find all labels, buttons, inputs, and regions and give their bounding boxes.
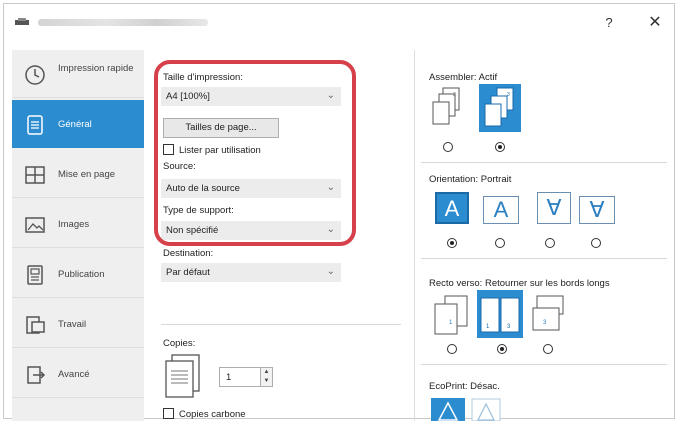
sidebar-item-images[interactable]: Images [12, 200, 144, 248]
sidebar-item-label: Avancé [58, 369, 90, 380]
duplex-off-icon[interactable]: 1 [431, 294, 471, 336]
sidebar-item-publication[interactable]: Publication [12, 250, 144, 298]
sidebar-item-label: Travail [58, 319, 87, 330]
sidebar-item-label: Mise en page [58, 169, 116, 180]
highlight-outline [154, 60, 356, 246]
svg-text:3: 3 [507, 92, 510, 98]
orientation-portrait-rotated-radio[interactable] [545, 238, 555, 248]
copies-label: Copies: [163, 338, 196, 349]
destination-dropdown[interactable]: Par défaut ⌄ [161, 263, 341, 282]
sidebar-item-quick-print[interactable]: Impression rapide [12, 50, 144, 98]
layout-grid-icon [25, 166, 45, 184]
orientation-label: Orientation: Portrait [429, 174, 512, 185]
copies-document-icon [165, 354, 200, 398]
destination-label: Destination: [163, 248, 214, 259]
divider [421, 162, 667, 163]
orientation-portrait-radio[interactable] [447, 238, 457, 248]
duplex-off-radio[interactable] [447, 344, 457, 354]
duplex-short-edge-radio[interactable] [543, 344, 553, 354]
sidebar-item-general[interactable]: Général [12, 100, 144, 148]
chevron-down-icon: ⌄ [326, 266, 335, 277]
ecoprint-on-icon[interactable] [471, 398, 501, 421]
duplex-long-edge-radio[interactable] [497, 344, 507, 354]
title-bar: ? ✕ [4, 4, 674, 40]
orientation-landscape-button[interactable]: A [483, 196, 519, 224]
collate-on-icon[interactable]: 3 [479, 84, 521, 132]
sidebar-item-label: Publication [58, 269, 105, 280]
job-icon [26, 316, 45, 334]
clock-icon [25, 65, 45, 85]
printer-app-icon [15, 18, 29, 25]
copies-stepper[interactable]: 1 ▲ ▼ [219, 367, 273, 387]
ecoprint-label: EcoPrint: Désac. [429, 381, 500, 392]
sidebar-item-label: Général [58, 119, 92, 130]
destination-value: Par défaut [166, 267, 210, 278]
sidebar-item-label: Images [58, 219, 90, 230]
help-button[interactable]: ? [598, 12, 620, 34]
copies-value: 1 [226, 372, 232, 383]
sidebar-item-job[interactable]: Travail [12, 300, 144, 348]
orientation-portrait-rotated-button[interactable]: ∀ [537, 192, 571, 224]
advanced-icon [27, 366, 46, 384]
collate-on-radio[interactable] [495, 142, 505, 152]
image-icon [25, 217, 45, 233]
sidebar-item-label: Impression rapide [58, 63, 134, 74]
carbon-copies-checkbox[interactable] [163, 408, 174, 419]
orientation-portrait-button[interactable]: A [435, 192, 469, 224]
document-icon [27, 115, 43, 135]
orientation-landscape-rotated-button[interactable]: ∀ [579, 196, 615, 224]
sidebar-item-layout[interactable]: Mise en page [12, 150, 144, 198]
sidebar-item-advanced[interactable]: Avancé [12, 350, 144, 398]
collate-label: Assembler: Actif [429, 72, 498, 83]
ecoprint-off-icon[interactable] [431, 398, 465, 421]
stepper-arrows-icon[interactable]: ▲ ▼ [260, 368, 272, 386]
publication-icon [27, 265, 43, 285]
duplex-short-edge-icon[interactable]: 3 [529, 294, 569, 336]
divider [421, 364, 667, 365]
print-preferences-window: ? ✕ Impression rapide Général Mise en pa… [3, 3, 675, 421]
collate-off-radio[interactable] [443, 142, 453, 152]
carbon-copies-label: Copies carbone [179, 409, 246, 420]
orientation-landscape-rotated-radio[interactable] [591, 238, 601, 248]
duplex-label: Recto verso: Retourner sur les bords lon… [429, 278, 610, 289]
svg-text:3: 3 [453, 92, 456, 98]
close-button[interactable]: ✕ [644, 12, 666, 34]
sidebar: Impression rapide Général Mise en page I… [12, 50, 144, 421]
divider [421, 258, 667, 259]
divider [161, 324, 401, 325]
window-title-blurred [38, 19, 208, 26]
collate-off-icon[interactable]: 3 [429, 86, 465, 132]
orientation-landscape-radio[interactable] [495, 238, 505, 248]
summary-panel: Assembler: Actif 3 3 Orientation: Portra… [414, 50, 672, 421]
duplex-long-edge-icon[interactable]: 1 3 [477, 290, 523, 338]
